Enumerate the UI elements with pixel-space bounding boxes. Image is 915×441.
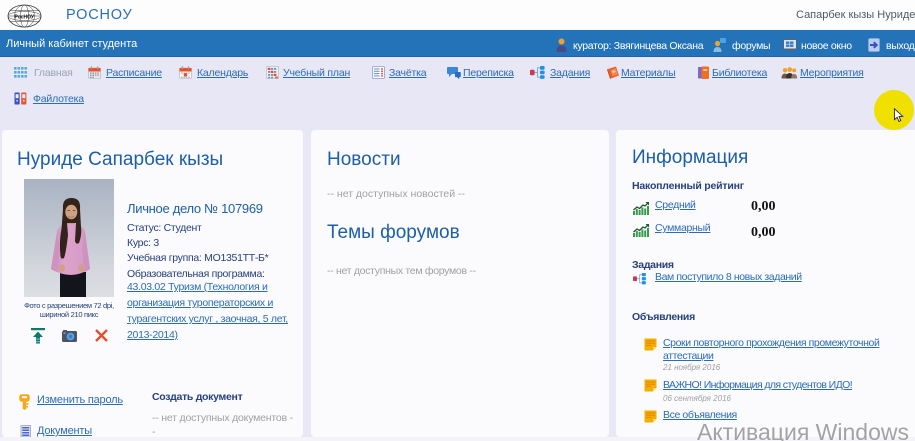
svg-text:РосНОУ: РосНОУ [15, 15, 35, 21]
